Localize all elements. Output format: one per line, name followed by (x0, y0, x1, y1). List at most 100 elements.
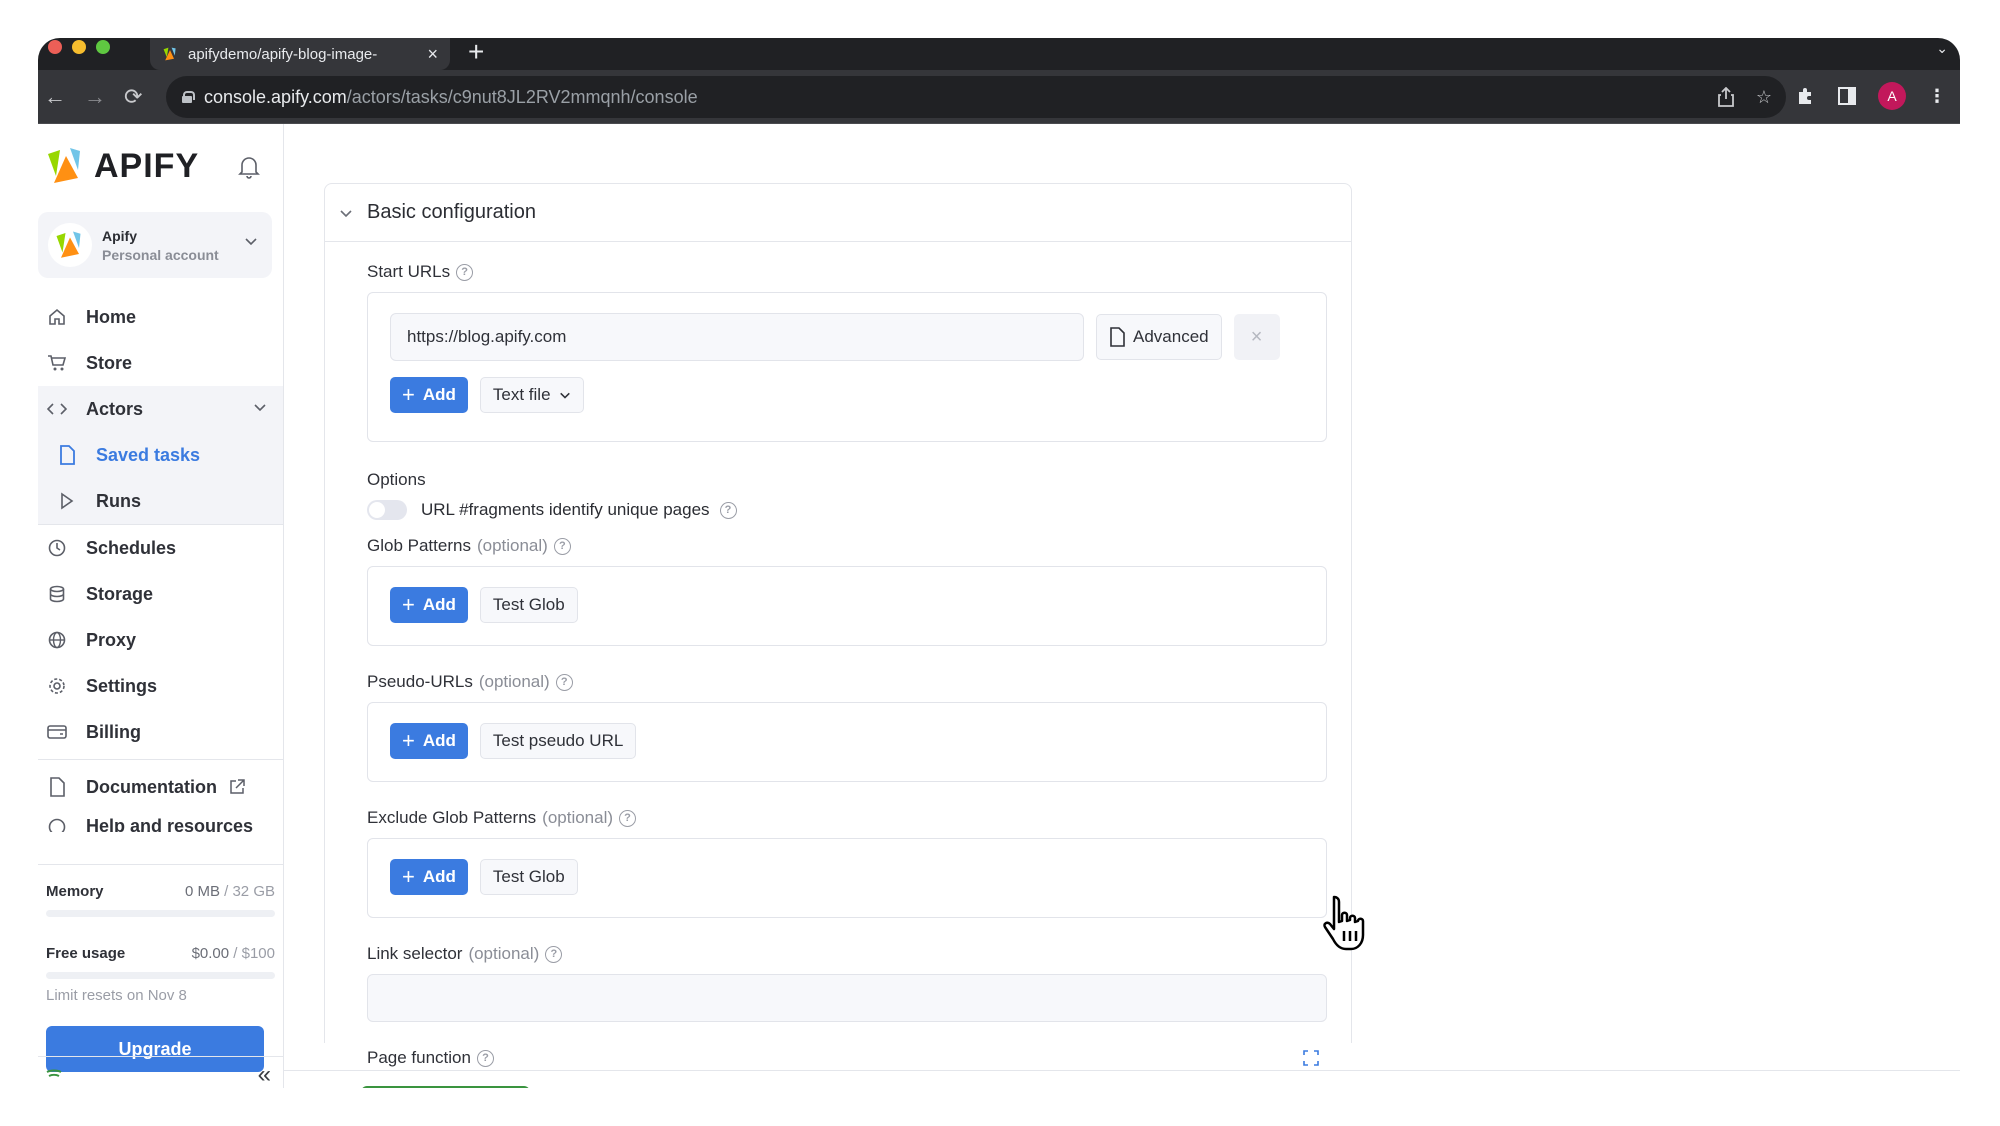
tab-title: apifydemo/apify-blog-image- (188, 45, 378, 63)
sidebar-item-actors[interactable]: Actors (38, 386, 283, 432)
browser-tab[interactable]: apifydemo/apify-blog-image- × (150, 38, 450, 70)
apify-favicon-icon (163, 47, 176, 61)
advanced-button[interactable]: Advanced (1096, 314, 1222, 360)
add-exclude-glob-button[interactable]: + Add (390, 859, 468, 895)
close-tab-icon[interactable]: × (427, 44, 438, 65)
apify-logo[interactable]: APIFY (46, 146, 199, 186)
pseudo-urls-box: + Add Test pseudo URL (367, 702, 1327, 782)
help-icon[interactable]: ? (619, 809, 637, 827)
sidebar-item-help[interactable]: Help and resources (38, 810, 283, 832)
sidebar-item-home[interactable]: Home (38, 294, 283, 340)
account-type: Personal account (102, 246, 219, 263)
document-icon (46, 776, 68, 798)
memory-progress-bar (46, 910, 275, 917)
help-icon[interactable]: ? (719, 501, 737, 519)
sidebar-footer: « (38, 1056, 283, 1088)
sidebar-item-schedules[interactable]: Schedules (38, 525, 283, 571)
url-fragments-label: URL #fragments identify unique pages (421, 500, 710, 519)
exclude-glob-patterns-box: + Add Test Glob (367, 838, 1327, 918)
hand-cursor-icon (1323, 895, 1365, 951)
address-bar-row: ← → ⟳ console.apify.com /actors/tasks/c9… (38, 70, 1960, 124)
test-glob-button[interactable]: Test Glob (479, 587, 578, 623)
free-usage-progress-bar (46, 972, 275, 979)
link-selector-label: Link selector (optional) ? (367, 944, 1327, 964)
lock-icon[interactable] (182, 91, 195, 103)
add-glob-button[interactable]: + Add (390, 587, 468, 623)
minimize-window-button[interactable] (72, 40, 86, 54)
bookmark-star-icon[interactable]: ☆ (1756, 87, 1772, 108)
browser-menu-icon[interactable]: ⋮ (1928, 86, 1946, 107)
save-and-start-button[interactable]: Save & Start (361, 1086, 530, 1088)
url-fragments-toggle[interactable] (367, 500, 407, 520)
remove-url-button[interactable]: × (1233, 314, 1280, 360)
plus-icon: + (402, 864, 415, 889)
sidebar-item-storage[interactable]: Storage (38, 571, 283, 617)
side-panel-icon[interactable] (1838, 87, 1856, 105)
free-usage: Free usage $0.00 / $100 (46, 945, 275, 962)
cart-icon (46, 352, 68, 374)
tab-bar: apifydemo/apify-blog-image- × + ⌄ (38, 38, 1960, 70)
gear-icon (46, 675, 68, 697)
sidebar-item-label: Schedules (86, 537, 177, 558)
help-icon[interactable]: ? (476, 1049, 494, 1067)
url-fragments-option: URL #fragments identify unique pages ? (367, 500, 1327, 520)
sidebar-nav: Home Store Actors Saved tasks Runs Sched… (38, 294, 283, 832)
sidebar-item-proxy[interactable]: Proxy (38, 617, 283, 663)
section-header[interactable]: Basic configuration (325, 184, 1351, 242)
plus-icon: + (402, 382, 415, 407)
browser-window: apifydemo/apify-blog-image- × + ⌄ ← → ⟳ … (38, 38, 1960, 1088)
link-selector-input[interactable] (367, 974, 1327, 1022)
sidebar-item-store[interactable]: Store (38, 340, 283, 386)
options-label: Options (367, 470, 426, 489)
url-input[interactable]: console.apify.com /actors/tasks/c9nut8JL… (166, 76, 1786, 118)
collapse-sidebar-icon[interactable]: « (258, 1061, 271, 1088)
text-file-dropdown[interactable]: Text file (479, 377, 584, 413)
document-icon (56, 444, 78, 466)
sidebar-item-settings[interactable]: Settings (38, 663, 283, 709)
sidebar-item-label: Home (86, 306, 137, 327)
test-pseudo-url-button[interactable]: Test pseudo URL (479, 723, 637, 759)
sidebar-item-label: Actors (86, 398, 144, 419)
test-exclude-glob-button[interactable]: Test Glob (479, 859, 578, 895)
sidebar-item-saved-tasks[interactable]: Saved tasks (38, 432, 283, 478)
close-window-button[interactable] (48, 40, 62, 54)
reload-icon[interactable]: ⟳ (124, 82, 142, 112)
database-icon (46, 583, 68, 605)
sidebar-item-label: Runs (96, 490, 141, 511)
maximize-window-button[interactable] (96, 40, 110, 54)
add-start-url-button[interactable]: + Add (390, 377, 468, 413)
back-icon[interactable]: ← (44, 82, 66, 112)
add-pseudo-url-button[interactable]: + Add (390, 723, 468, 759)
fullscreen-icon[interactable] (1303, 1050, 1319, 1066)
usage-panel: Memory 0 MB / 32 GB Free usage $0.00 / $… (38, 864, 283, 1072)
home-icon (46, 306, 68, 328)
sidebar-item-runs[interactable]: Runs (38, 478, 283, 524)
notifications-bell-icon[interactable] (238, 154, 260, 180)
start-urls-box: https://blog.apify.com Advanced × + Add (367, 292, 1327, 442)
help-icon[interactable]: ? (456, 263, 474, 281)
start-url-input[interactable]: https://blog.apify.com (390, 313, 1084, 361)
extensions-icon[interactable] (1796, 86, 1816, 106)
new-tab-button[interactable]: + (468, 38, 484, 68)
tab-search-icon[interactable]: ⌄ (1936, 40, 1948, 57)
code-icon (46, 398, 68, 420)
chevron-down-icon (254, 404, 266, 412)
url-host: console.apify.com (204, 86, 347, 107)
profile-avatar[interactable]: A (1878, 82, 1906, 110)
share-icon[interactable] (1717, 87, 1734, 107)
help-icon[interactable]: ? (545, 945, 563, 963)
sidebar-item-label: Billing (86, 721, 141, 742)
credit-card-icon (46, 721, 68, 743)
sidebar-item-billing[interactable]: Billing (38, 709, 283, 755)
globe-icon (46, 629, 68, 651)
chevron-down-icon (245, 238, 257, 246)
clock-icon (46, 537, 68, 559)
help-icon[interactable]: ? (553, 537, 571, 555)
nav-divider (38, 759, 283, 760)
sidebar-item-documentation[interactable]: Documentation (38, 764, 283, 810)
url-path: /actors/tasks/c9nut8JL2RV2mmqnh/console (346, 86, 698, 107)
account-switcher[interactable]: Apify Personal account (38, 212, 272, 278)
sidebar-item-label: Help and resources (86, 816, 254, 832)
help-icon[interactable]: ? (555, 673, 573, 691)
forward-icon[interactable]: → (84, 82, 106, 112)
